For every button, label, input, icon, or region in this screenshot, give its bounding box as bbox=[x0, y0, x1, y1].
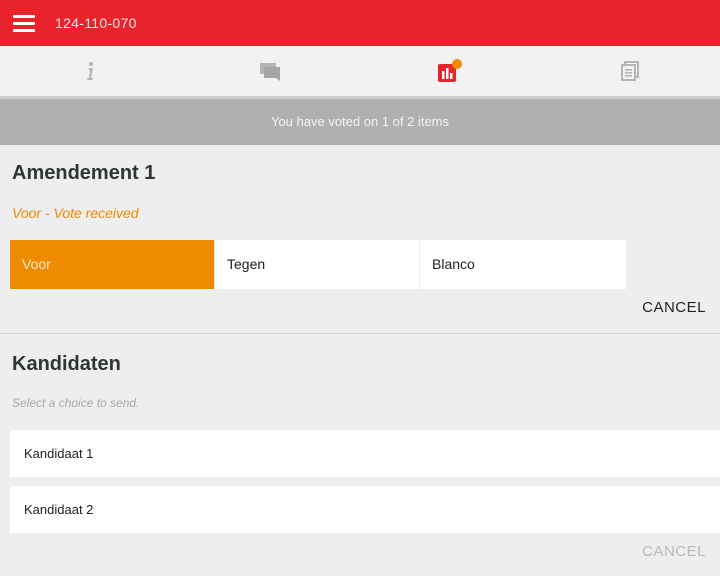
hamburger-menu-icon[interactable] bbox=[13, 15, 35, 32]
vote-choices: Voor Tegen Blanco bbox=[10, 240, 626, 289]
tab-documents[interactable] bbox=[540, 46, 720, 96]
documents-icon bbox=[621, 61, 639, 81]
chat-icon bbox=[260, 63, 280, 81]
option-kandidaat-1[interactable]: Kandidaat 1 bbox=[10, 430, 720, 477]
app-bar: 124-110-070 bbox=[0, 0, 720, 46]
choice-tegen-button[interactable]: Tegen bbox=[215, 240, 420, 289]
cancel-disabled-button[interactable]: CANCEL bbox=[642, 543, 706, 560]
item-title-kandidaten: Kandidaten bbox=[12, 353, 121, 375]
select-choice-hint: Select a choice to send. bbox=[12, 396, 140, 410]
vote-progress-banner: You have voted on 1 of 2 items bbox=[0, 99, 720, 145]
notification-badge bbox=[452, 59, 462, 69]
choice-voor-button[interactable]: Voor bbox=[10, 240, 215, 289]
tab-info[interactable] bbox=[0, 46, 180, 96]
tab-vote[interactable] bbox=[360, 46, 540, 96]
choice-blanco-button[interactable]: Blanco bbox=[420, 240, 626, 289]
cancel-vote-button[interactable]: CANCEL bbox=[642, 299, 706, 316]
vote-received-status: Voor - Vote received bbox=[12, 205, 139, 221]
item-title-amendement: Amendement 1 bbox=[12, 162, 156, 184]
meeting-id: 124-110-070 bbox=[55, 15, 137, 31]
section-divider bbox=[0, 333, 720, 334]
tab-chat[interactable] bbox=[180, 46, 360, 96]
tab-bar bbox=[0, 46, 720, 96]
vote-chart-icon bbox=[438, 59, 462, 82]
option-kandidaat-2[interactable]: Kandidaat 2 bbox=[10, 486, 720, 533]
info-icon bbox=[87, 62, 93, 80]
